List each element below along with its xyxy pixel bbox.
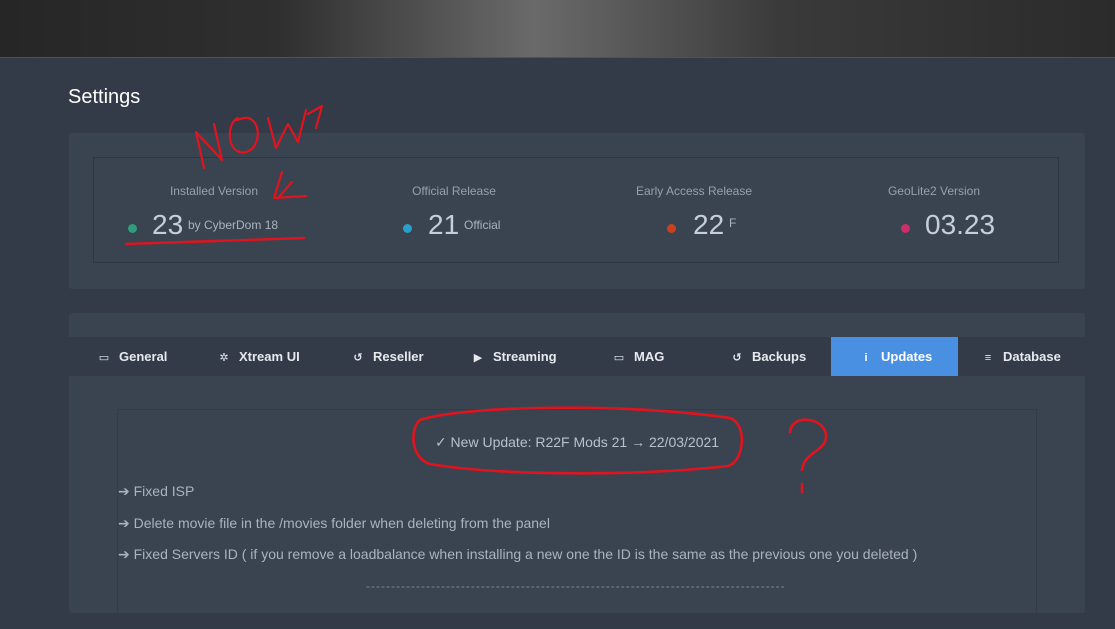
stat-label: Installed Version [169, 184, 259, 198]
tab-backups[interactable]: ↺ Backups [730, 337, 806, 376]
tab-mag[interactable]: ▭ MAG [612, 337, 665, 376]
database-icon: ≡ [984, 352, 992, 364]
status-dot-icon [128, 224, 137, 233]
changelog-item: ➔ Fixed Servers ID ( if you remove a loa… [118, 546, 918, 562]
stat-value: 03.23 [925, 209, 996, 240]
settings-tabs: ▭ General ✲ Xtream UI ↺ Reseller ▶ Streaming… [69, 337, 1085, 376]
tv-icon: ▭ [613, 352, 625, 364]
play-icon: ▶ [473, 352, 483, 364]
tab-xtream-ui[interactable]: ✲ Xtream UI [217, 337, 299, 376]
tab-streaming[interactable]: ▶ Streaming [471, 337, 557, 376]
settings-card: ▭ General ✲ Xtream UI ↺ Reseller ▶ Streaming… [69, 313, 1085, 629]
tab-general[interactable]: ▭ General [97, 337, 168, 376]
version-card: Installed Version 23 by CyberDom 18 Offi… [69, 133, 1085, 289]
stat-official-release: Official Release 21 Official [334, 158, 574, 264]
gear-icon: ✲ [219, 352, 229, 364]
tab-updates[interactable]: i Updates [831, 337, 958, 376]
stat-early-access: Early Access Release 22 F [574, 158, 814, 264]
version-stats: Installed Version 23 by CyberDom 18 Offi… [93, 157, 1059, 263]
id-card-icon: ▭ [98, 352, 110, 364]
stat-label: GeoLite2 Version [887, 184, 981, 198]
status-dot-icon [901, 224, 910, 233]
info-icon: i [864, 352, 868, 364]
stat-value: 22 [693, 209, 725, 240]
stat-installed-version: Installed Version 23 by CyberDom 18 [94, 158, 334, 264]
stat-suffix: by CyberDom 18 [188, 218, 279, 232]
page-title: Settings [68, 86, 141, 108]
reseller-icon: ↺ [353, 352, 363, 364]
stat-label: Early Access Release [635, 184, 753, 198]
status-dot-icon [403, 224, 412, 233]
status-dot-icon [667, 224, 676, 233]
update-title: ✓ New Update: R22F Mods 21 → 22/03/2021 [434, 434, 720, 450]
stat-suffix: F [729, 216, 737, 230]
changelog-item: ➔ Delete movie file in the /movies folde… [118, 515, 550, 531]
tab-reseller[interactable]: ↺ Reseller [351, 337, 423, 376]
separator: ----------------------------------------… [366, 579, 786, 593]
stat-value: 23 [152, 209, 184, 240]
history-icon: ↺ [732, 352, 742, 364]
stat-value: 21 [428, 209, 460, 240]
stat-label: Official Release [412, 184, 496, 198]
tab-database[interactable]: ≡ Database [981, 337, 1061, 376]
stat-geolite2: GeoLite2 Version 03.23 [814, 158, 1054, 264]
top-navbar [0, 0, 1115, 58]
changelog-item: ➔ Fixed ISP [118, 483, 195, 499]
stat-suffix: Official [464, 218, 501, 232]
